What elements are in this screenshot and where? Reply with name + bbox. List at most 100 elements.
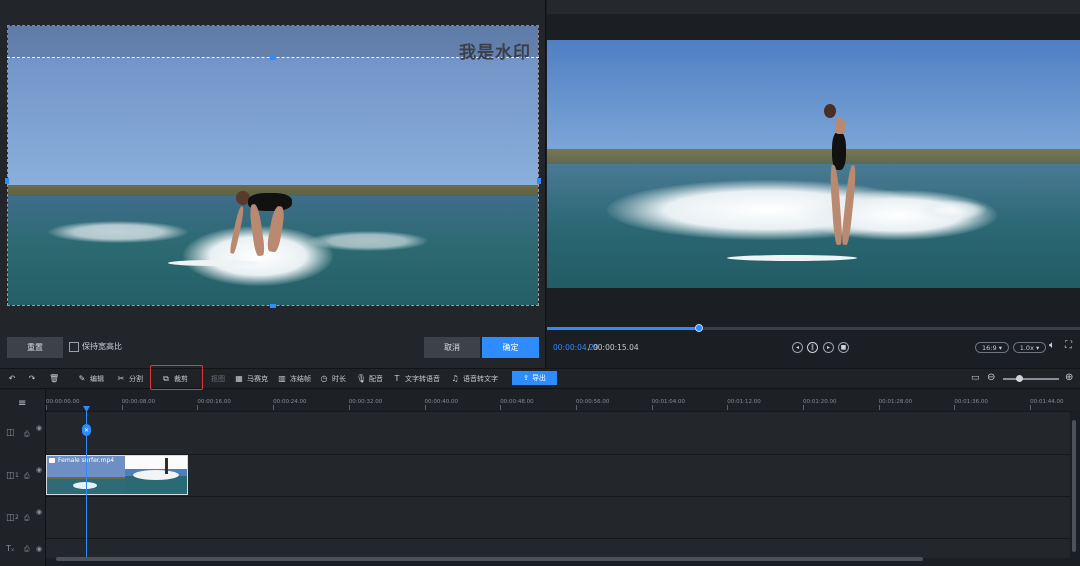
ruler-tick-label: 00:00:00.00 xyxy=(46,399,80,405)
crop-handle-bottom[interactable] xyxy=(270,304,276,308)
ruler-tick-label: 00:01:28.00 xyxy=(878,399,913,405)
speech-to-text-icon: ♫ xyxy=(451,373,459,383)
zoom-in-icon[interactable]: ⊕ xyxy=(1065,372,1073,383)
visibility-icon[interactable]: ◉ xyxy=(36,466,42,474)
visibility-icon[interactable]: ◉ xyxy=(36,545,42,553)
zoom-slider-handle[interactable] xyxy=(1016,375,1023,382)
edit-tool[interactable]: ✎ 编辑 xyxy=(77,372,104,385)
current-time: 00:00:04.29 xyxy=(553,343,599,352)
video-track-icon: ◫ xyxy=(6,471,15,481)
total-time: 00:00:15.04 xyxy=(593,343,639,352)
speed-value: 1.0x xyxy=(1019,343,1034,352)
visibility-icon[interactable]: ◉ xyxy=(36,508,42,516)
keep-ratio-label: 保持宽高比 xyxy=(82,342,122,351)
crop-handle-left[interactable] xyxy=(5,178,9,184)
crop-handle-right[interactable] xyxy=(537,178,541,184)
timeline-horizontal-scrollbar[interactable] xyxy=(56,557,923,561)
prev-frame-icon[interactable]: ◂ xyxy=(792,342,803,353)
export-button[interactable]: ⇪ 导出 xyxy=(512,371,557,385)
ruler-tick-label: 00:00:08.00 xyxy=(121,399,156,405)
ruler-tick-label: 00:00:16.00 xyxy=(197,399,231,405)
stop-icon[interactable]: ■ xyxy=(838,342,849,353)
preview-video[interactable] xyxy=(547,40,1080,288)
lock-icon[interactable]: ⎙ xyxy=(24,514,30,523)
volume-icon[interactable]: 🔈︎ xyxy=(1049,340,1055,351)
aspect-ratio-value: 16:9 xyxy=(982,343,997,352)
mosaic-tool[interactable]: ▦ 马赛克 xyxy=(234,372,268,385)
ruler-tick xyxy=(727,405,729,410)
pause-icon[interactable]: ‖ xyxy=(807,342,818,353)
redo-icon[interactable]: ↷ xyxy=(27,372,40,385)
ruler-tick-label: 00:01:12.00 xyxy=(727,399,761,405)
video-clip-icon xyxy=(49,458,55,463)
progress-handle[interactable] xyxy=(695,324,703,332)
voiceover-label: 配音 xyxy=(369,374,383,383)
keep-ratio-checkbox[interactable] xyxy=(69,342,79,352)
freeze-tool[interactable]: 抠图 xyxy=(211,372,225,385)
progress-fill xyxy=(547,327,699,330)
scissors-icon: ✂ xyxy=(117,373,125,383)
track-row-pip[interactable] xyxy=(46,411,1070,454)
crop-handle-top[interactable] xyxy=(270,56,276,60)
ruler-tick xyxy=(651,405,653,410)
watermark-text: 我是水印 xyxy=(459,43,531,63)
fit-timeline-icon[interactable]: ▭ xyxy=(971,373,980,383)
ruler-tick xyxy=(575,405,577,410)
ruler-tick xyxy=(1030,405,1032,410)
duration-tool[interactable]: ◷ 时长 xyxy=(319,372,347,385)
speed-select[interactable]: 1.0x ▾ xyxy=(1013,342,1046,353)
pip-track-icon: ◫ xyxy=(6,428,15,438)
ruler-tick xyxy=(197,405,199,410)
delete-icon[interactable]: 🗑︎ xyxy=(49,372,62,385)
track-row-1[interactable] xyxy=(46,454,1070,496)
duration-label: 时长 xyxy=(332,374,346,383)
add-track-icon[interactable]: ≡ xyxy=(18,398,26,409)
track-row-text[interactable] xyxy=(46,538,1070,558)
export-label: 导出 xyxy=(531,374,546,382)
track-2-number: 2 xyxy=(15,514,19,521)
export-icon: ⇪ xyxy=(523,374,529,382)
split-tool[interactable]: ✂ 分割 xyxy=(116,372,143,385)
freeze-label: 抠图 xyxy=(211,374,225,383)
ruler-tick xyxy=(500,405,502,410)
ruler-tick xyxy=(46,405,47,410)
undo-icon[interactable]: ↶ xyxy=(7,372,20,385)
stt-tool[interactable]: ♫ 语音转文字 xyxy=(450,372,498,385)
ruler-tick xyxy=(424,405,426,410)
ruler-tick-label: 00:00:56.00 xyxy=(575,399,610,405)
split-label: 分割 xyxy=(129,374,143,383)
time-separator: / xyxy=(588,343,591,352)
freeze-frame-tool[interactable]: ▥ 冻结帧 xyxy=(277,372,311,385)
ruler-tick-label: 00:00:32.00 xyxy=(348,399,383,405)
aspect-ratio-select[interactable]: 16:9 ▾ xyxy=(975,342,1009,353)
ruler-tick xyxy=(954,405,956,410)
ruler-tick-label: 00:01:04.00 xyxy=(651,399,686,405)
frame-icon: ▥ xyxy=(278,373,286,383)
clip-thumbnail xyxy=(125,456,187,494)
next-frame-icon[interactable]: ▸ xyxy=(823,342,834,353)
timeline-vertical-scrollbar[interactable] xyxy=(1072,420,1076,552)
zoom-slider[interactable] xyxy=(1003,378,1059,380)
ruler-tick-label: 00:00:48.00 xyxy=(500,399,534,405)
preview-title-bar xyxy=(547,0,1080,14)
mosaic-icon: ▦ xyxy=(235,373,243,383)
confirm-button[interactable]: 确定 xyxy=(482,337,539,358)
lock-icon[interactable]: ⎙ xyxy=(24,430,30,439)
reset-button[interactable]: 重置 xyxy=(7,337,63,358)
playhead-handle[interactable]: ✕ xyxy=(82,424,91,436)
lock-icon[interactable]: ⎙ xyxy=(24,472,30,481)
video-editor: 我是水印 重置 保持宽高比 取消 确定 00:00:04.29 / 00:00:… xyxy=(0,0,1080,566)
video-track-icon: ◫ xyxy=(6,513,15,523)
crop-canvas[interactable] xyxy=(7,25,539,306)
ruler-tick xyxy=(121,405,123,410)
voiceover-tool[interactable]: 🎙︎ 配音 xyxy=(356,372,383,385)
lock-icon[interactable]: ⎙ xyxy=(24,545,30,554)
tts-tool[interactable]: T 文字转语音 xyxy=(392,372,440,385)
fullscreen-icon[interactable]: ⛶ xyxy=(1065,340,1072,351)
cancel-button[interactable]: 取消 xyxy=(424,337,480,358)
zoom-out-icon[interactable]: ⊖ xyxy=(987,372,995,383)
ruler-tick-label: 00:01:36.00 xyxy=(954,399,988,405)
track-row-2[interactable] xyxy=(46,496,1070,538)
visibility-icon[interactable]: ◉ xyxy=(36,424,42,432)
crop-tool-highlight xyxy=(150,365,203,390)
